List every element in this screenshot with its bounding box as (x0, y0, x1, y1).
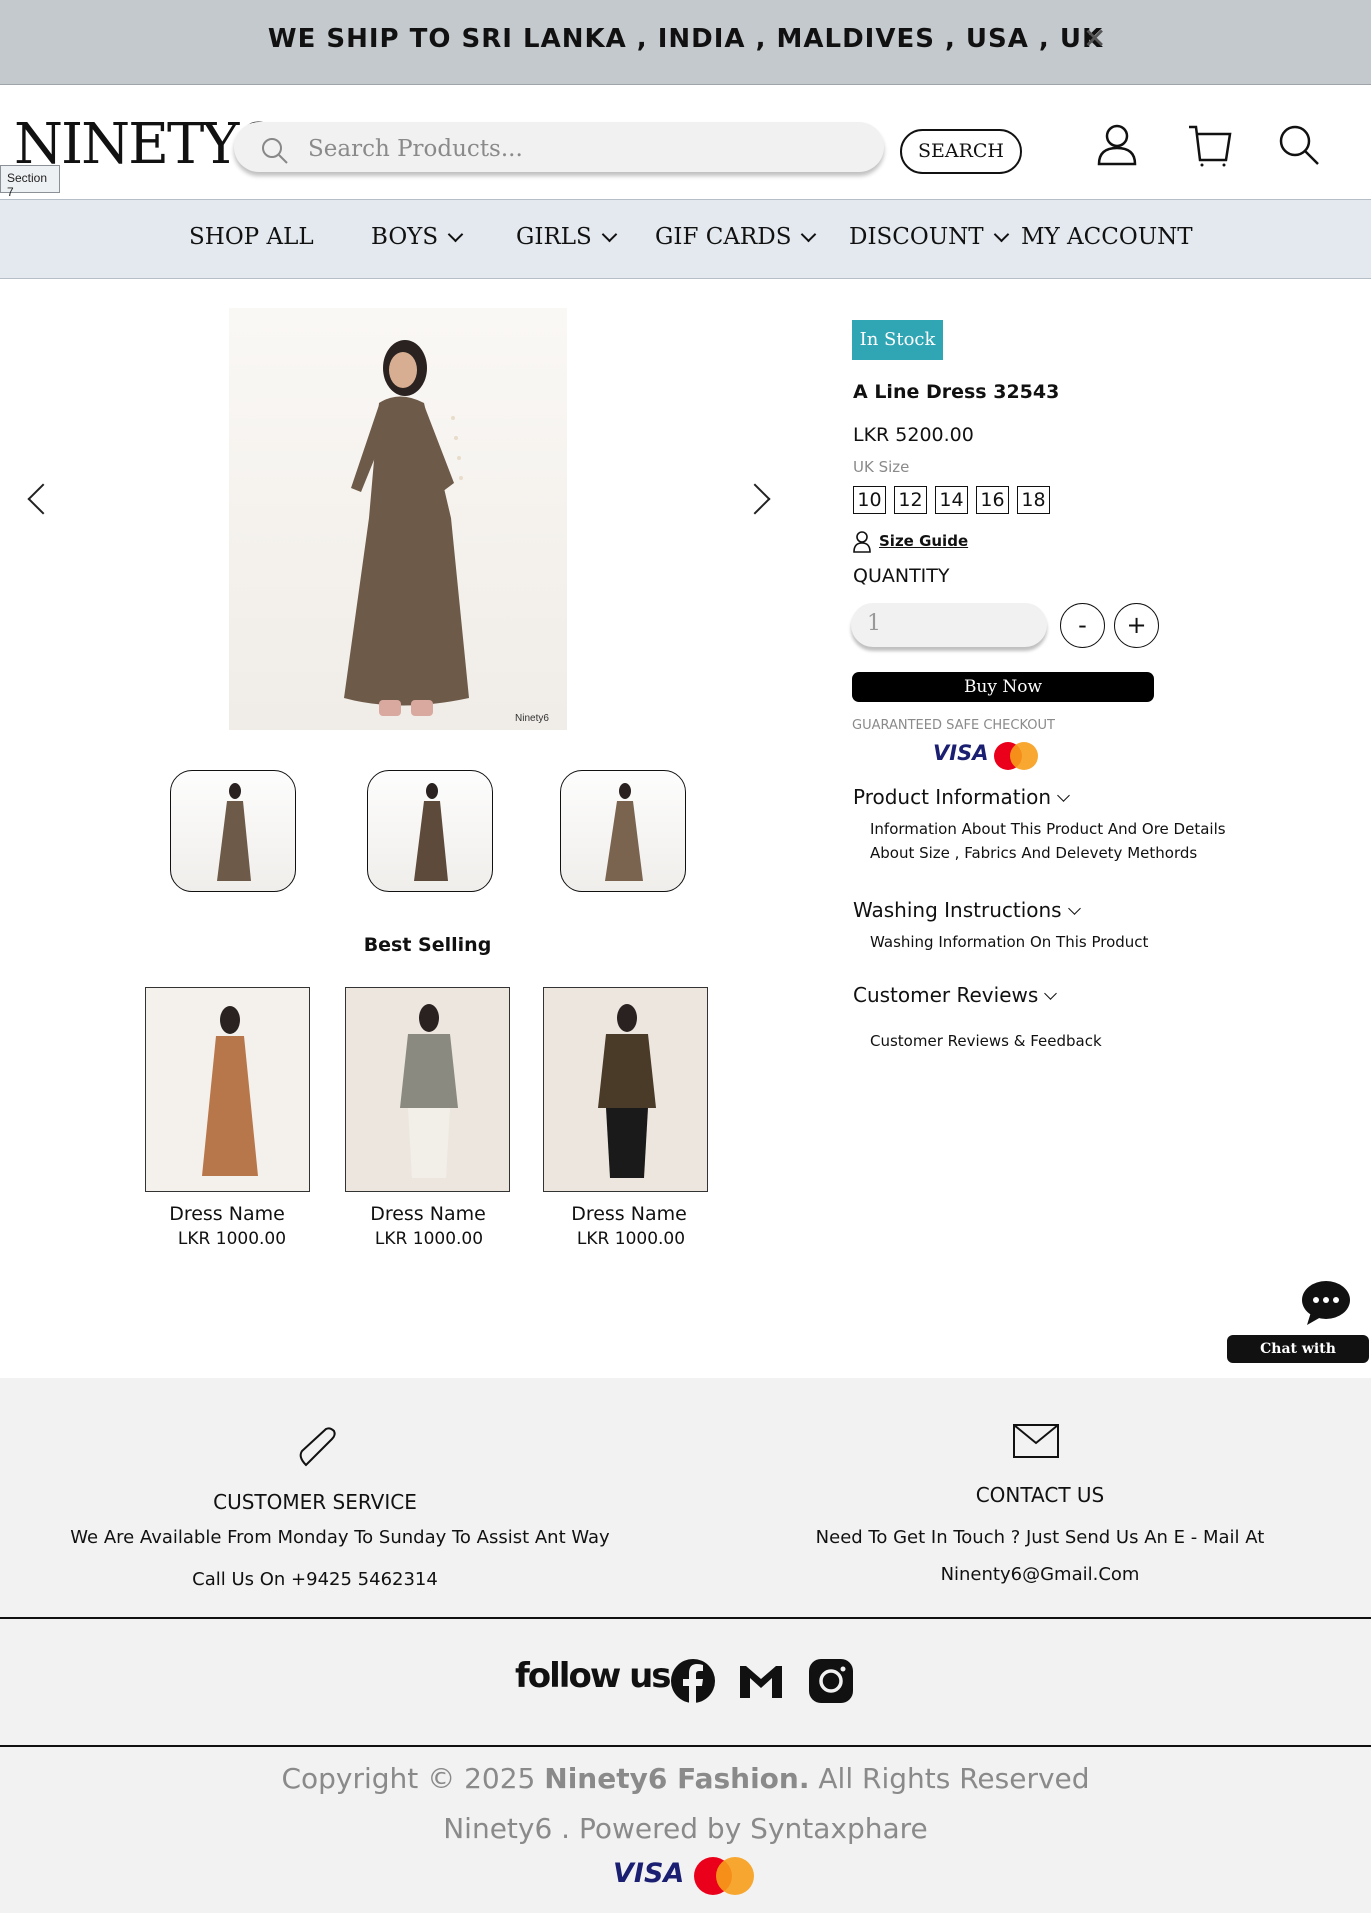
chevron-down-icon (1057, 789, 1070, 802)
gmail-icon[interactable] (738, 1658, 784, 1704)
nav-item-discount[interactable]: DISCOUNT (849, 224, 1009, 250)
product-information-toggle[interactable]: Product Information (853, 785, 1070, 809)
best-selling-title: Best Selling (363, 934, 492, 956)
product-card-price: LKR 1000.00 (374, 1229, 484, 1249)
close-icon[interactable]: ✕ (1083, 22, 1106, 55)
powered-by-text: Ninety6 . Powered by Syntaxphare (443, 1812, 928, 1845)
quantity-increment-button[interactable]: + (1114, 603, 1159, 648)
chevron-down-icon (447, 226, 464, 243)
announcement-text: WE SHIP TO SRI LANKA , INDIA , MALDIVES … (267, 24, 1104, 54)
image-watermark: Ninety6 (515, 713, 549, 724)
customer-service-title: CUSTOMER SERVICE (213, 1490, 417, 1514)
footer-divider (0, 1745, 1371, 1747)
user-icon[interactable] (1094, 122, 1140, 168)
contact-us-title: CONTACT US (975, 1483, 1105, 1507)
chevron-down-icon (801, 226, 817, 243)
customer-reviews-toggle[interactable]: Customer Reviews (853, 983, 1058, 1007)
nav-item-girls[interactable]: GIRLS (516, 224, 618, 250)
customer-service-hours: We Are Available From Monday To Sunday T… (70, 1527, 610, 1548)
instagram-icon[interactable] (808, 1658, 854, 1704)
person-icon (853, 531, 871, 553)
size-option[interactable]: 14 (935, 486, 968, 514)
guarantee-text: GUARANTEED SAFE CHECKOUT (852, 718, 1055, 733)
facebook-icon[interactable] (670, 1658, 716, 1704)
size-option[interactable]: 18 (1017, 486, 1050, 514)
chevron-down-icon (993, 226, 1009, 243)
thumbnail-2[interactable] (367, 770, 493, 892)
quantity-label: QUANTITY (853, 565, 950, 587)
washing-instructions-toggle[interactable]: Washing Instructions (853, 898, 1081, 922)
contact-us-text: Need To Get In Touch ? Just Send Us An E… (815, 1527, 1265, 1548)
product-price: LKR 5200.00 (853, 424, 974, 446)
mastercard-icon (694, 1857, 754, 1895)
product-card-image[interactable] (543, 987, 708, 1192)
size-option[interactable]: 12 (894, 486, 927, 514)
mastercard-icon (994, 742, 1038, 770)
buy-now-button[interactable]: Buy Now (852, 672, 1154, 702)
product-information-body: Information About This Product And Ore D… (870, 820, 1226, 862)
quantity-decrement-button[interactable]: - (1060, 603, 1105, 648)
section-tag: Section 7 (0, 165, 60, 199)
prev-arrow-icon[interactable] (27, 483, 59, 515)
nav-item-boys[interactable]: BOYS (371, 224, 464, 250)
size-option[interactable]: 10 (853, 486, 886, 514)
chevron-down-icon (601, 226, 618, 243)
visa-icon: VISA (613, 1858, 685, 1889)
product-title: A Line Dress 32543 (853, 381, 1060, 403)
product-card-name[interactable]: Dress Name (529, 1203, 729, 1225)
customer-reviews-body: Customer Reviews & Feedback (870, 1032, 1102, 1050)
chat-button[interactable]: Chat with Ninety6 (1227, 1335, 1369, 1385)
product-card-name[interactable]: Dress Name (328, 1203, 528, 1225)
chevron-down-icon (1067, 902, 1081, 915)
follow-us-label: follow us (515, 1656, 672, 1696)
search-placeholder: Search Products... (308, 136, 523, 162)
phone-icon (299, 1427, 336, 1467)
thumbnail-1[interactable] (170, 770, 296, 892)
copyright-icon: © (427, 1762, 456, 1795)
size-option[interactable]: 16 (976, 486, 1009, 514)
next-arrow-icon[interactable] (739, 483, 771, 515)
copyright-text: Copyright © 2025 Ninety6 Fashion. All Ri… (281, 1762, 1090, 1795)
product-main-image[interactable] (229, 308, 567, 730)
chevron-down-icon (1044, 987, 1058, 1000)
product-card-image[interactable] (145, 987, 310, 1192)
mail-icon (1013, 1424, 1059, 1458)
size-label: UK Size (853, 458, 910, 476)
search-button[interactable]: SEARCH (900, 129, 1022, 174)
stock-badge: In Stock (852, 320, 943, 360)
nav-item-my-account[interactable]: MY ACCOUNT (1021, 224, 1193, 250)
visa-icon: VISA (933, 741, 989, 765)
product-card-image[interactable] (345, 987, 510, 1192)
search-icon (262, 138, 288, 164)
product-card-name[interactable]: Dress Name (127, 1203, 327, 1225)
footer-divider (0, 1617, 1371, 1619)
contact-email-link[interactable]: Ninenty6@Gmail.Com (840, 1564, 1240, 1585)
product-card-price: LKR 1000.00 (576, 1229, 686, 1249)
chat-icon[interactable] (1301, 1280, 1351, 1326)
quantity-input[interactable]: 1 (851, 603, 1047, 647)
size-guide-link[interactable]: Size Guide (879, 532, 968, 550)
cart-icon[interactable] (1186, 122, 1232, 168)
search-icon[interactable] (1276, 122, 1322, 168)
customer-service-phone[interactable]: Call Us On +9425 5462314 (115, 1569, 515, 1590)
product-card-price: LKR 1000.00 (177, 1229, 287, 1249)
thumbnail-3[interactable] (560, 770, 686, 892)
nav-item-shop-all[interactable]: SHOP ALL (189, 224, 314, 250)
nav-item-gift-cards[interactable]: GIF CARDS (655, 224, 817, 250)
washing-instructions-body: Washing Information On This Product (870, 933, 1149, 951)
